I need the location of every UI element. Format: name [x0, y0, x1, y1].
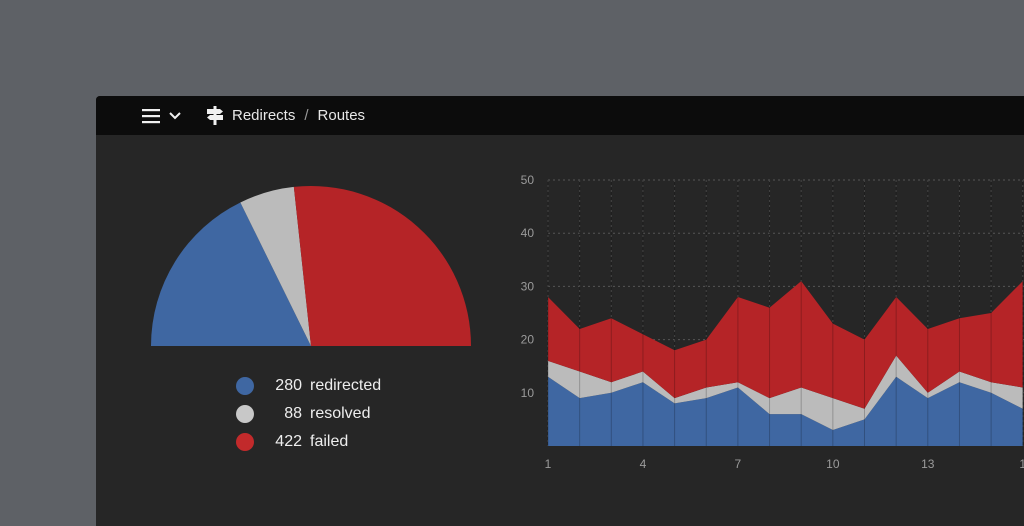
y-tick-label: 50	[521, 173, 535, 187]
x-tick-label: 10	[826, 457, 840, 471]
legend-item-redirected: 280 redirected	[236, 372, 381, 400]
x-tick-label: 1	[545, 457, 552, 471]
y-tick-label: 40	[521, 226, 535, 240]
breadcrumb-item-redirects[interactable]: Redirects	[232, 107, 295, 124]
y-tick-label: 10	[521, 386, 535, 400]
half-pie-chart	[151, 185, 471, 346]
legend-dot-redirected	[236, 377, 254, 395]
legend-value: 422	[275, 433, 302, 450]
legend-label: resolved	[310, 405, 371, 422]
pie-slice-failed	[293, 185, 471, 346]
y-tick-label: 30	[521, 279, 535, 293]
x-tick-label: 1	[1019, 457, 1024, 471]
legend-value: 88	[284, 405, 302, 422]
x-tick-label: 4	[640, 457, 647, 471]
breadcrumb-item-routes[interactable]: Routes	[318, 107, 366, 124]
legend-item-failed: 422 failed	[236, 428, 381, 456]
top-bar: Redirects / Routes	[96, 96, 1024, 135]
breadcrumb: Redirects / Routes	[206, 105, 365, 125]
hamburger-menu-icon	[142, 109, 160, 124]
y-tick-label: 20	[521, 333, 535, 347]
menu-button[interactable]	[142, 106, 186, 126]
app-window: Redirects / Routes 280 redirected 88 res…	[96, 96, 1024, 526]
legend-label: redirected	[310, 377, 382, 394]
legend-value: 280	[275, 377, 302, 394]
legend-label: failed	[310, 433, 349, 450]
legend-item-resolved: 88 resolved	[236, 400, 381, 428]
legend-dot-resolved	[236, 405, 254, 423]
x-tick-label: 13	[921, 457, 935, 471]
stacked-area-chart: 10 20 30 40 50 1 4 7 10 13 1	[521, 173, 1024, 471]
x-tick-label: 7	[735, 457, 742, 471]
chevron-down-icon	[169, 112, 181, 120]
signpost-icon	[207, 106, 223, 125]
legend-dot-failed	[236, 433, 254, 451]
pie-legend: 280 redirected 88 resolved 422 failed	[236, 372, 381, 456]
breadcrumb-separator: /	[304, 106, 309, 124]
